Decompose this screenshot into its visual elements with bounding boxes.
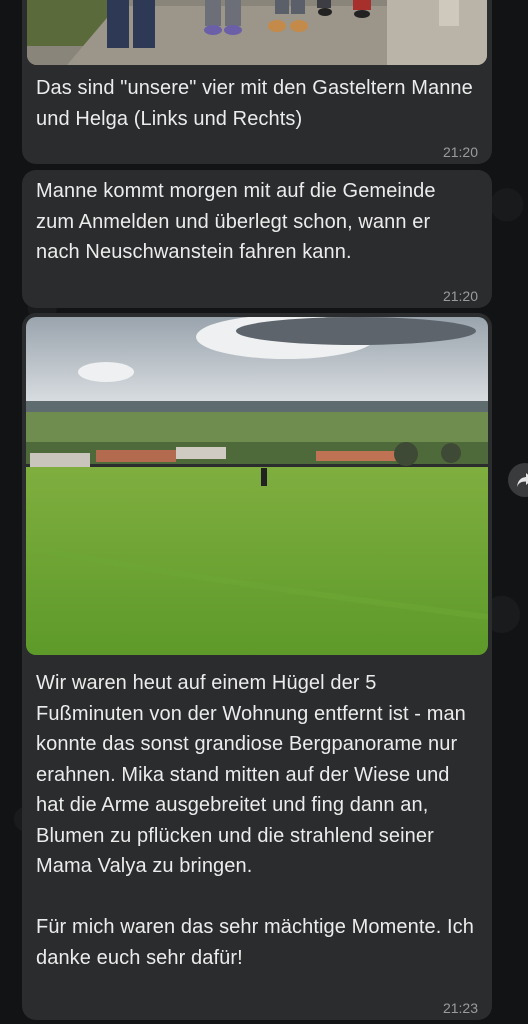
message-text: Manne kommt morgen mit auf die Gemeinde … <box>36 180 442 263</box>
message-bubble[interactable]: Das sind "unsere" vier mit den Gastelter… <box>22 0 492 164</box>
message-bubble[interactable]: Wir waren heut auf einem Hügel der 5 Fuß… <box>22 313 492 1020</box>
forward-arrow-icon-svg <box>517 473 528 487</box>
message-text: Das sind "unsere" vier mit den Gastelter… <box>36 77 479 130</box>
group-photo-image <box>27 0 487 65</box>
message-text: Wir waren heut auf einem Hügel der 5 Fuß… <box>36 672 475 969</box>
message-timestamp: 21:20 <box>442 288 478 304</box>
landscape-photo[interactable] <box>26 317 488 655</box>
landscape-photo-image <box>26 317 488 655</box>
message-timestamp: 21:23 <box>442 1000 478 1016</box>
message-bubble[interactable]: Manne kommt morgen mit auf die Gemeinde … <box>22 170 492 308</box>
group-photo[interactable] <box>27 0 487 65</box>
message-timestamp: 21:20 <box>442 144 478 160</box>
